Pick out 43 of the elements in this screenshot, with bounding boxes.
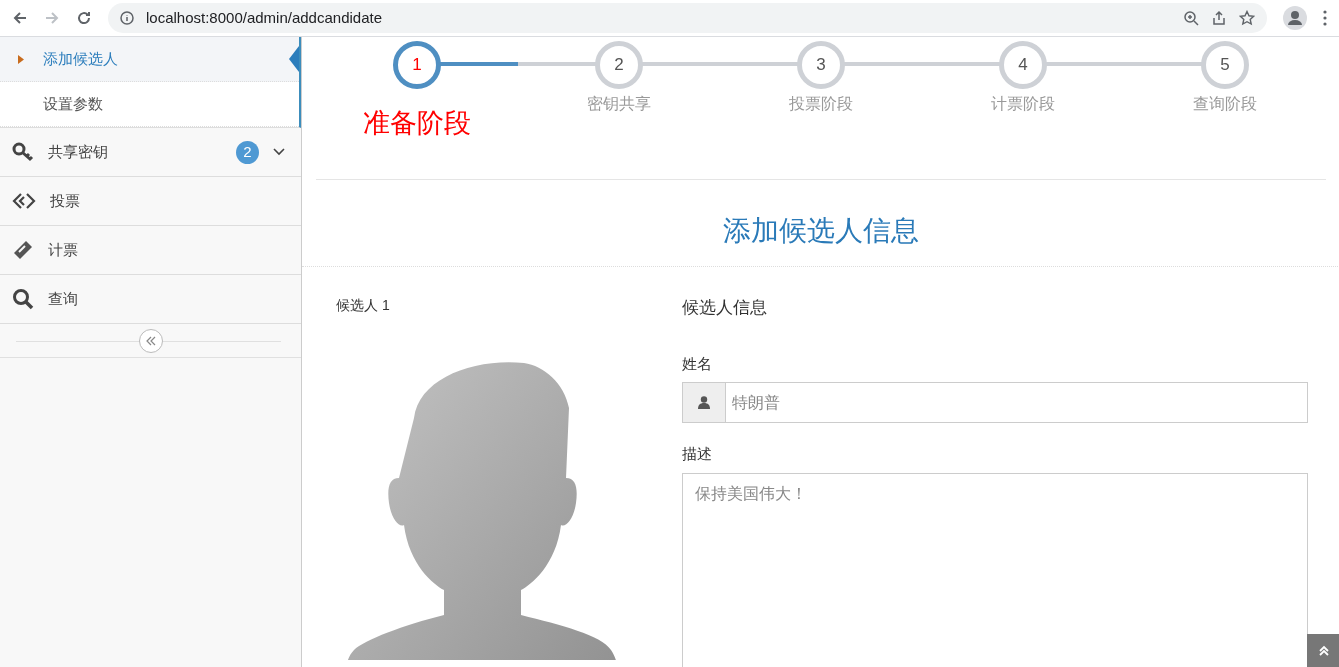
- active-pointer-icon: [289, 46, 299, 72]
- back-icon[interactable]: [12, 10, 28, 26]
- double-chevron-up-icon: [1317, 644, 1330, 657]
- count-badge: 2: [236, 140, 259, 164]
- share-icon[interactable]: [1211, 10, 1227, 26]
- step-label: 投票阶段: [789, 94, 853, 114]
- sidebar-item[interactable]: 投票: [0, 177, 301, 226]
- double-chevron-left-icon: [145, 335, 156, 346]
- diamond-links-icon: [12, 192, 36, 210]
- star-icon[interactable]: [1239, 10, 1255, 26]
- sidebar-item-label: 共享密钥: [48, 141, 109, 162]
- step-label: 查询阶段: [1193, 94, 1257, 114]
- sidebar-item-label: 计票: [48, 239, 79, 260]
- description-label: 描述: [682, 444, 713, 464]
- section-title: 候选人信息: [682, 297, 768, 319]
- key-icon: [12, 142, 34, 162]
- sidebar-item[interactable]: 共享密钥 2: [0, 128, 301, 177]
- name-label: 姓名: [682, 353, 713, 374]
- sidebar-item[interactable]: 计票: [0, 226, 301, 275]
- sidebar-item-label: 投票: [50, 190, 81, 211]
- zoom-icon[interactable]: [1183, 10, 1199, 26]
- step-label: 计票阶段: [991, 94, 1055, 114]
- caret-icon: [18, 55, 24, 64]
- description-field[interactable]: 保持美国伟大！: [682, 472, 1308, 667]
- step-label: 密钥共享: [587, 94, 651, 114]
- ticket-icon: [12, 239, 34, 261]
- step-label: 准备阶段: [363, 107, 471, 140]
- page-title: 添加候选人信息: [302, 180, 1339, 267]
- sidebar-item[interactable]: 查询: [0, 275, 301, 324]
- reload-icon[interactable]: [76, 10, 92, 26]
- profile-icon[interactable]: [1283, 6, 1307, 30]
- collapse-sidebar-button[interactable]: [138, 328, 163, 353]
- search-icon: [12, 288, 34, 310]
- info-icon[interactable]: [120, 11, 134, 25]
- url-text: localhost:8000/admin/addcandidate: [146, 7, 383, 28]
- address-bar[interactable]: localhost:8000/admin/addcandidate: [108, 3, 1267, 33]
- submenu-item[interactable]: 添加候选人: [0, 37, 299, 82]
- candidate-caption: 候选人 1: [336, 296, 391, 315]
- person-icon: [698, 396, 710, 409]
- name-field[interactable]: 特朗普: [726, 382, 1308, 423]
- scroll-to-top-button[interactable]: [1307, 634, 1339, 667]
- sidebar-item-label: 查询: [48, 288, 79, 309]
- menu-icon[interactable]: [1323, 10, 1327, 26]
